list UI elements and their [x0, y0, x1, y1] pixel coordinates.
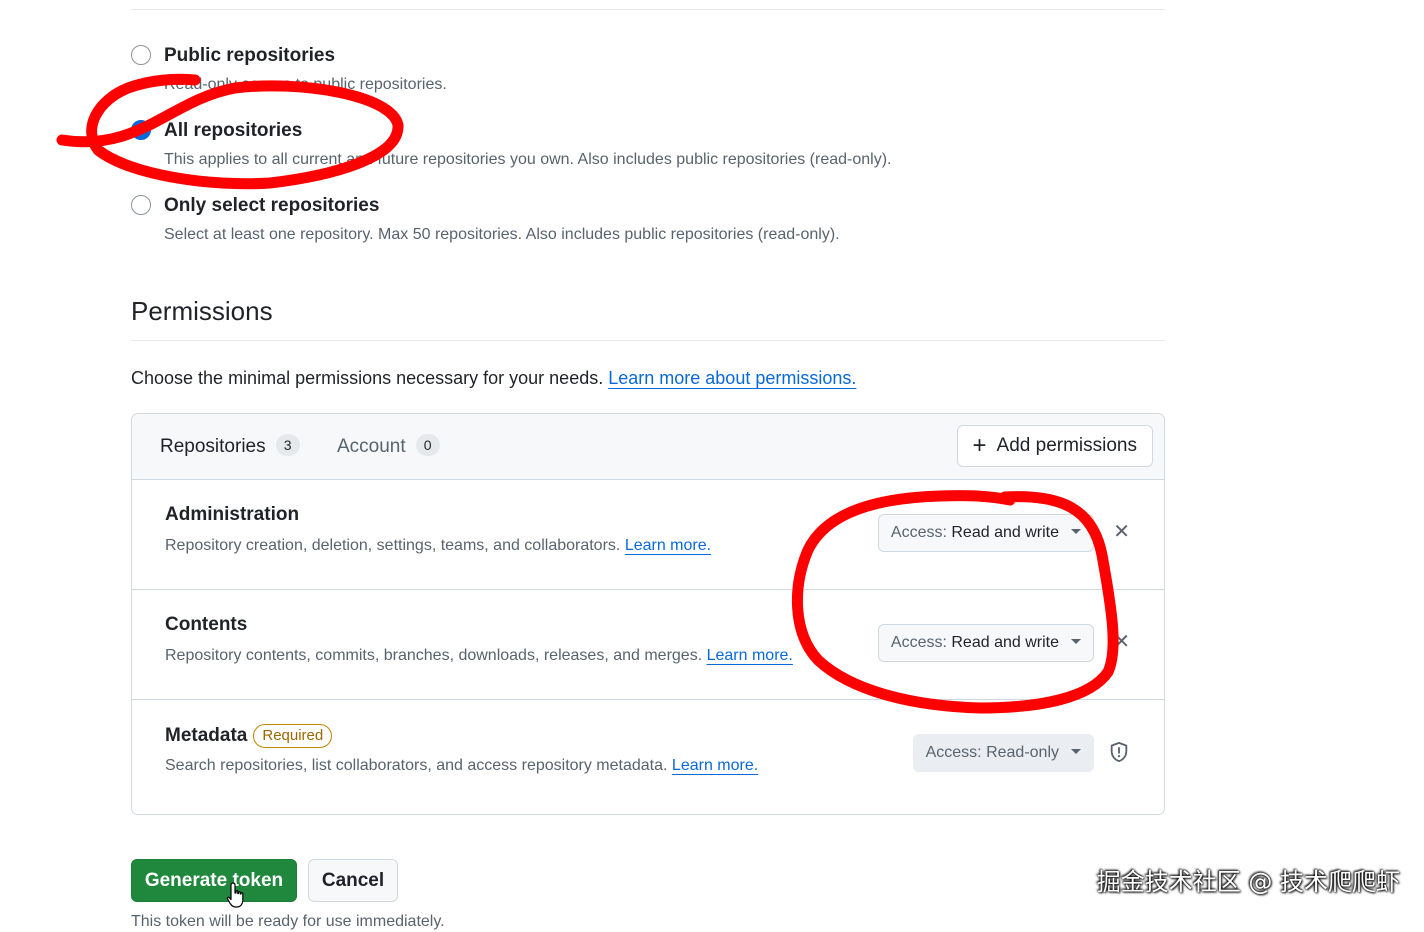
option-description: Select at least one repository. Max 50 r… — [164, 226, 840, 243]
permission-row-metadata: Metadata Required Search repositories, li… — [132, 699, 1164, 809]
option-description: This applies to all current and future r… — [164, 151, 892, 168]
top-divider — [131, 9, 1165, 10]
access-prefix: Access: — [890, 524, 947, 541]
tab-account[interactable]: Account 0 — [337, 434, 440, 459]
permissions-panel-header: Repositories 3 Account 0 + Add permissions — [132, 414, 1164, 480]
hand-cursor-icon — [226, 882, 244, 908]
permissions-divider — [131, 340, 1165, 341]
learn-more-permissions-link[interactable]: Learn more about permissions. — [608, 368, 856, 388]
permissions-intro-text: Choose the minimal permissions necessary… — [131, 368, 604, 388]
caret-down-icon — [1071, 639, 1081, 644]
generate-token-button[interactable]: Generate token — [131, 859, 297, 902]
access-dropdown-metadata[interactable]: Access: Read-only — [912, 734, 1094, 772]
option-label: All repositories — [164, 120, 303, 141]
close-icon[interactable]: ✕ — [1113, 519, 1130, 545]
access-dropdown-administration[interactable]: Access: Read and write — [877, 514, 1094, 552]
permission-row-administration: Administration Repository creation, dele… — [132, 479, 1164, 590]
plus-icon: + — [972, 432, 987, 459]
permission-title: Metadata Required — [165, 724, 333, 748]
access-dropdown-contents[interactable]: Access: Read and write — [877, 624, 1094, 662]
access-value: Read and write — [951, 634, 1059, 651]
caret-down-icon — [1071, 749, 1081, 754]
close-icon[interactable]: ✕ — [1113, 629, 1130, 655]
watermark: 掘金技术社区 @ 技术爬爬虾 — [1096, 868, 1400, 896]
permissions-panel: Repositories 3 Account 0 + Add permissions … — [131, 413, 1165, 815]
permission-description-text: Repository creation, deletion, settings,… — [165, 537, 621, 554]
learn-more-link[interactable]: Learn more. — [672, 757, 758, 774]
permission-description: Repository creation, deletion, settings,… — [165, 536, 711, 556]
option-description: Read-only access to public repositories. — [164, 76, 447, 93]
permission-description: Search repositories, list collaborators,… — [165, 756, 758, 776]
option-label: Public repositories — [164, 45, 336, 66]
learn-more-link[interactable]: Learn more. — [625, 537, 711, 554]
tab-label: Account — [337, 436, 406, 457]
caret-down-icon — [1071, 529, 1081, 534]
permissions-intro: Choose the minimal permissions necessary… — [131, 366, 856, 390]
permission-title: Contents — [165, 614, 248, 635]
tab-label: Repositories — [160, 436, 266, 457]
permission-description: Repository contents, commits, branches, … — [165, 646, 793, 666]
radio-public[interactable] — [131, 45, 151, 65]
permission-description-text: Repository contents, commits, branches, … — [165, 647, 703, 664]
permission-title: Administration — [165, 504, 300, 525]
permission-row-contents: Contents Repository contents, commits, b… — [132, 589, 1164, 700]
access-value: Read-only — [986, 744, 1059, 761]
tab-counter: 0 — [415, 434, 440, 456]
permission-title-text: Metadata — [165, 725, 248, 746]
access-value: Read and write — [951, 524, 1059, 541]
radio-select[interactable] — [131, 195, 151, 215]
add-permissions-button[interactable]: + Add permissions — [956, 425, 1153, 467]
cancel-button[interactable]: Cancel — [308, 859, 398, 902]
permission-description-text: Search repositories, list collaborators,… — [165, 757, 668, 774]
tab-repositories[interactable]: Repositories 3 — [160, 434, 300, 459]
footer-note: This token will be ready for use immedia… — [131, 913, 445, 930]
shield-icon — [1110, 741, 1128, 763]
permissions-heading: Permissions — [131, 296, 273, 326]
required-badge: Required — [253, 724, 333, 748]
option-label: Only select repositories — [164, 195, 380, 216]
radio-all[interactable] — [131, 120, 151, 140]
learn-more-link[interactable]: Learn more. — [707, 647, 793, 664]
access-prefix: Access: — [925, 744, 982, 761]
access-prefix: Access: — [890, 634, 947, 651]
add-permissions-label: Add permissions — [996, 435, 1137, 456]
tab-counter: 3 — [275, 434, 300, 456]
